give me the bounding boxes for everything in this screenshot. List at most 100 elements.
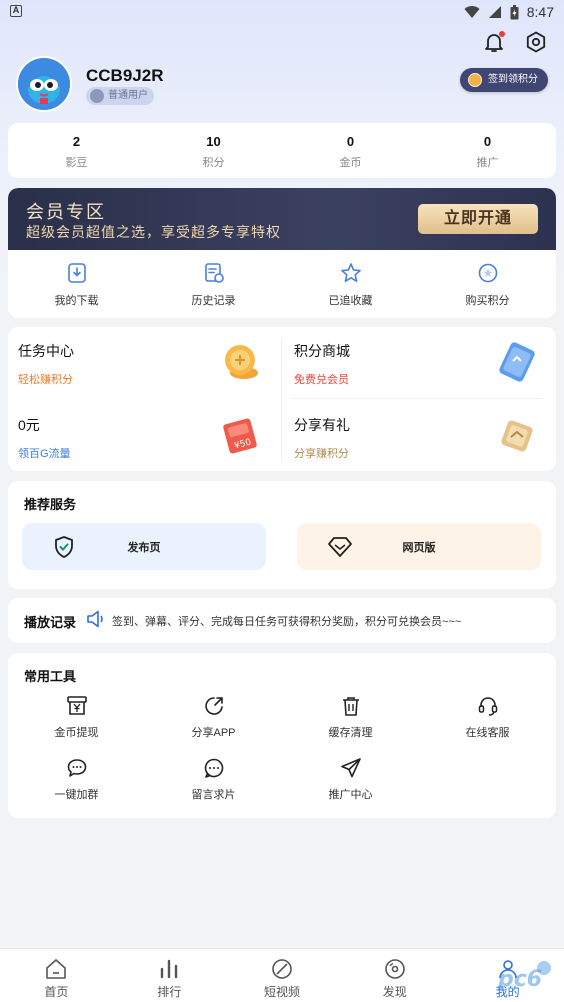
web-version-button[interactable]: 网页版 — [297, 523, 541, 570]
stat-label: 影豆 — [65, 157, 88, 169]
battery-icon — [510, 4, 519, 19]
task-subtitle: 免费兑会员 — [294, 374, 349, 386]
tool-promotion-center[interactable]: 推广中心 — [282, 757, 419, 802]
status-bar: A 8:47 — [0, 0, 564, 24]
section-title: 播放记录 — [24, 615, 77, 630]
member-badge-label: 普通用户 — [108, 90, 148, 101]
settings-icon[interactable] — [524, 30, 548, 54]
section-title: 常用工具 — [24, 669, 77, 684]
download-icon — [66, 262, 88, 284]
task-title: 分享有礼 — [294, 417, 350, 433]
stat-item[interactable]: 2 影豆 — [8, 123, 145, 178]
points-icon — [477, 262, 499, 284]
tool-online-support[interactable]: 在线客服 — [419, 695, 556, 740]
recommend-card: 推荐服务 发布页 网页版 — [8, 481, 556, 589]
history-icon — [203, 262, 225, 284]
stat-value: 0 — [483, 134, 492, 149]
svg-text:pc6: pc6 — [497, 967, 542, 992]
bell-icon[interactable] — [482, 30, 506, 54]
web-version-label: 网页版 — [402, 542, 436, 554]
stat-value: 10 — [206, 134, 221, 149]
nav-discover[interactable]: 发现 — [338, 949, 451, 1002]
quick-action-label: 购买积分 — [465, 295, 510, 307]
quick-action-label: 我的下载 — [54, 295, 99, 307]
points-mall[interactable]: 积分商城 免费兑会员 — [284, 329, 546, 395]
stat-item[interactable]: 10 积分 — [145, 123, 282, 178]
task-subtitle: 分享赚积分 — [294, 448, 349, 460]
home-icon — [44, 957, 68, 981]
vip-title: 会员专区 — [26, 202, 106, 222]
tool-share-app[interactable]: 分享APP — [145, 695, 282, 740]
tool-join-group[interactable]: 一键加群 — [8, 757, 145, 802]
share-icon — [203, 695, 225, 717]
disc-icon — [383, 957, 407, 981]
task-subtitle: 轻松赚积分 — [18, 374, 73, 386]
send-icon — [340, 757, 362, 779]
quick-action-favorites[interactable]: 已追收藏 — [282, 262, 419, 308]
headset-icon — [477, 695, 499, 717]
vip-open-button[interactable]: 立即开通 — [418, 204, 538, 234]
message-icon — [203, 757, 225, 779]
tool-label: 金币提现 — [54, 727, 99, 739]
voucher-icon: ¥50 — [220, 415, 262, 457]
vip-banner[interactable]: 会员专区 超级会员超值之选，享受超多专享特权 立即开通 — [8, 188, 556, 250]
tool-label: 一键加群 — [54, 789, 99, 801]
share-gift[interactable]: 分享有礼 分享赚积分 — [284, 403, 546, 469]
stat-label: 推广 — [476, 157, 499, 169]
tasks-card: 任务中心 轻松赚积分 积分商城 免费兑会员 0元 领百G流量 ¥50 分享有礼 … — [8, 327, 556, 471]
card-icon — [496, 341, 538, 383]
quick-action-label: 已追收藏 — [328, 295, 373, 307]
trash-icon — [340, 695, 362, 717]
star-icon — [340, 262, 362, 284]
bar-chart-icon — [157, 957, 181, 981]
quick-action-history[interactable]: 历史记录 — [145, 262, 282, 308]
notification-a-icon: A — [10, 5, 22, 17]
avatar[interactable] — [16, 56, 72, 112]
stat-value: 2 — [72, 134, 81, 149]
tool-coin-withdraw[interactable]: 金币提现 — [8, 695, 145, 740]
stats-card: 2 影豆 10 积分 0 金币 0 推广 — [8, 123, 556, 178]
stat-label: 积分 — [202, 157, 225, 169]
quick-actions: 我的下载 历史记录 已追收藏 购买积分 — [8, 262, 556, 308]
checkin-label: 签到领积分 — [488, 74, 538, 85]
nav-label: 发现 — [382, 985, 407, 999]
tool-label: 分享APP — [191, 727, 236, 739]
tool-request-movie[interactable]: 留言求片 — [145, 757, 282, 802]
task-subtitle: 领百G流量 — [18, 448, 71, 460]
coin-stack-icon — [220, 341, 262, 383]
signal-icon — [488, 6, 501, 18]
quick-action-buy-points[interactable]: 购买积分 — [419, 262, 556, 308]
tool-label: 缓存清理 — [328, 727, 373, 739]
bottom-nav: 首页 排行 短视频 发现 我的 — [0, 948, 564, 1002]
gift-box-icon — [496, 415, 538, 457]
nav-ranking[interactable]: 排行 — [113, 949, 226, 1002]
site-watermark-logo: pc6 — [496, 956, 554, 996]
stat-label: 金币 — [339, 157, 362, 169]
header-actions — [482, 30, 548, 54]
nav-label: 首页 — [44, 985, 69, 999]
clock: 8:47 — [526, 4, 554, 20]
nav-home[interactable]: 首页 — [0, 949, 113, 1002]
tool-label: 推广中心 — [328, 789, 373, 801]
yen-box-icon — [66, 695, 88, 717]
stat-value: 0 — [346, 134, 355, 149]
free-data[interactable]: 0元 领百G流量 ¥50 — [8, 403, 270, 469]
task-title: 0元 — [18, 417, 40, 433]
play-history-card[interactable]: 播放记录 签到、弹幕、评分、完成每日任务可获得积分奖励，积分可兑换会员~~~ — [8, 598, 556, 643]
stat-item[interactable]: 0 推广 — [419, 123, 556, 178]
divider — [292, 398, 542, 399]
vip-card: 会员专区 超级会员超值之选，享受超多专享特权 立即开通 我的下载 历史记录 已追… — [8, 188, 556, 318]
tool-clear-cache[interactable]: 缓存清理 — [282, 695, 419, 740]
leaf-icon — [270, 957, 294, 981]
quick-action-label: 历史记录 — [191, 295, 236, 307]
section-title: 推荐服务 — [24, 497, 77, 512]
publish-page-button[interactable]: 发布页 — [22, 523, 266, 570]
history-notice-text: 签到、弹幕、评分、完成每日任务可获得积分奖励，积分可兑换会员~~~ — [112, 616, 462, 628]
notification-dot — [499, 31, 505, 37]
task-center[interactable]: 任务中心 轻松赚积分 — [8, 329, 270, 395]
vip-subtitle: 超级会员超值之选，享受超多专享特权 — [26, 224, 281, 240]
nav-short-video[interactable]: 短视频 — [226, 949, 339, 1002]
checkin-button[interactable]: 签到领积分 — [460, 68, 548, 92]
quick-action-download[interactable]: 我的下载 — [8, 262, 145, 308]
stat-item[interactable]: 0 金币 — [282, 123, 419, 178]
